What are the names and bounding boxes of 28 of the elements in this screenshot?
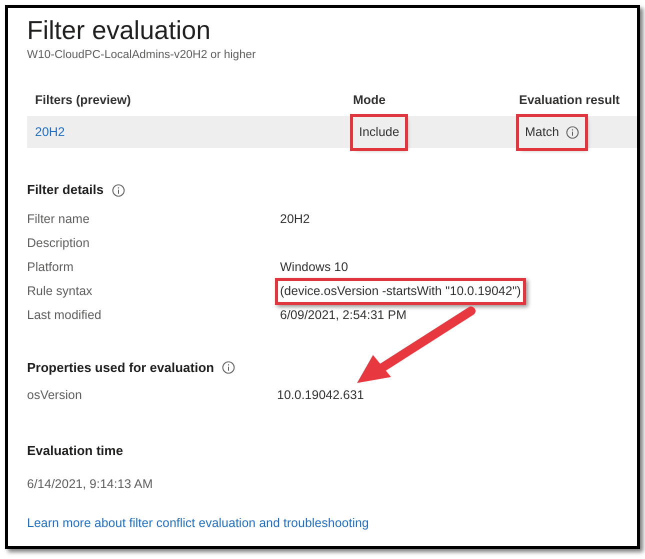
info-icon — [112, 184, 125, 196]
detail-value: 6/09/2021, 2:54:31 PM — [279, 307, 408, 324]
learn-more-link[interactable]: Learn more about filter conflict evaluation and troubleshooting — [27, 514, 369, 532]
detail-label: Last modified — [27, 307, 102, 324]
property-label: osVersion — [27, 386, 83, 404]
section-heading: Filter details — [27, 181, 104, 200]
detail-value: 20H2 — [279, 211, 311, 228]
column-header: Filters (preview) — [34, 92, 132, 109]
detail-label: Filter name — [27, 211, 91, 228]
detail-label: Rule syntax — [27, 283, 94, 300]
result-text: Match — [525, 124, 560, 141]
section-heading: Properties used for evaluation — [27, 358, 214, 377]
detail-value: Windows 10 — [279, 259, 350, 276]
column-header: Evaluation result — [519, 92, 621, 109]
info-icon — [566, 126, 580, 139]
mode-cell: Include — [353, 116, 406, 148]
detail-label: Platform — [27, 259, 75, 276]
filter-link[interactable]: 20H2 — [27, 122, 353, 142]
section-heading: Evaluation time — [27, 442, 124, 460]
page-title: Filter evaluation — [27, 14, 212, 46]
evaluation-time: 6/14/2021, 9:14:13 AM — [27, 476, 154, 493]
column-header: Mode — [353, 92, 387, 109]
detail-value: (device.osVersion -startsWith "10.0.19042") — [275, 278, 526, 306]
page-subtitle: W10-CloudPC-LocalAdmins-v20H2 or higher — [27, 48, 257, 63]
property-value: 10.0.19042.631 — [277, 386, 364, 404]
info-icon — [222, 361, 236, 374]
detail-label: Description — [27, 235, 91, 252]
table-row[interactable]: 20H2 Include Match — [27, 116, 637, 148]
